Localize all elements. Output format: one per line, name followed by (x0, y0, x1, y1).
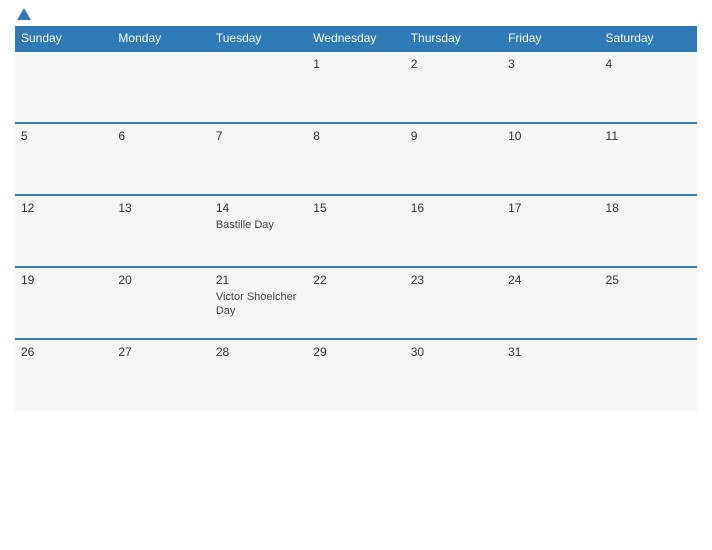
day-number: 21 (216, 273, 301, 287)
calendar-header (15, 10, 697, 18)
day-number: 15 (313, 201, 398, 215)
weekday-header: Sunday (15, 26, 112, 51)
calendar-cell: 9 (405, 123, 502, 195)
calendar-cell: 7 (210, 123, 307, 195)
week-row: 1234 (15, 51, 697, 123)
calendar-cell: 29 (307, 339, 404, 411)
calendar-cell: 19 (15, 267, 112, 339)
day-number: 20 (118, 273, 203, 287)
day-number: 10 (508, 129, 593, 143)
day-number: 16 (411, 201, 496, 215)
week-row: 56789 10 11 (15, 123, 697, 195)
day-number: 4 (606, 57, 691, 71)
weekday-header: Friday (502, 26, 599, 51)
weekday-header: Saturday (600, 26, 697, 51)
day-number: 13 (118, 201, 203, 215)
calendar-cell: 13 (112, 195, 209, 267)
day-number: 22 (313, 273, 398, 287)
day-number: 25 (606, 273, 691, 287)
event-label: Bastille Day (216, 218, 301, 232)
calendar-cell: 4 (600, 51, 697, 123)
calendar-cell: 18 (600, 195, 697, 267)
day-number: 6 (118, 129, 203, 143)
day-number: 12 (21, 201, 106, 215)
calendar-cell: 25 (600, 267, 697, 339)
day-number: 24 (508, 273, 593, 287)
calendar-cell: 8 (307, 123, 404, 195)
weekday-header: Thursday (405, 26, 502, 51)
calendar-cell: 12 (15, 195, 112, 267)
calendar-cell: 20 (112, 267, 209, 339)
day-number: 29 (313, 345, 398, 359)
weekday-header: Monday (112, 26, 209, 51)
calendar-wrapper: SundayMondayTuesdayWednesdayThursdayFrid… (0, 0, 712, 550)
calendar-cell: 21 Victor Shoelcher Day (210, 267, 307, 339)
calendar-cell: 26 (15, 339, 112, 411)
calendar-cell: 22 (307, 267, 404, 339)
day-number: 31 (508, 345, 593, 359)
day-number: 14 (216, 201, 301, 215)
logo (15, 10, 31, 18)
calendar-cell: 1 (307, 51, 404, 123)
weekday-header-row: SundayMondayTuesdayWednesdayThursdayFrid… (15, 26, 697, 51)
calendar-cell: 2 (405, 51, 502, 123)
day-number: 18 (606, 201, 691, 215)
calendar-cell: 11 (600, 123, 697, 195)
calendar-cell: 14 Bastille Day (210, 195, 307, 267)
calendar-cell: 30 (405, 339, 502, 411)
calendar-cell: 28 (210, 339, 307, 411)
calendar-cell (112, 51, 209, 123)
calendar-cell: 23 (405, 267, 502, 339)
day-number: 8 (313, 129, 398, 143)
calendar-cell (600, 339, 697, 411)
logo-triangle-icon (17, 8, 31, 20)
calendar-cell: 24 (502, 267, 599, 339)
day-number: 2 (411, 57, 496, 71)
day-number: 9 (411, 129, 496, 143)
week-row: 12 13 14 Bastille Day 15 16 17 18 (15, 195, 697, 267)
day-number: 5 (21, 129, 106, 143)
week-row: 26 27 28 29 30 31 (15, 339, 697, 411)
day-number: 27 (118, 345, 203, 359)
calendar-table: SundayMondayTuesdayWednesdayThursdayFrid… (15, 26, 697, 411)
calendar-cell: 5 (15, 123, 112, 195)
calendar-cell: 17 (502, 195, 599, 267)
calendar-cell: 6 (112, 123, 209, 195)
calendar-cell: 31 (502, 339, 599, 411)
calendar-cell: 15 (307, 195, 404, 267)
weekday-header: Tuesday (210, 26, 307, 51)
calendar-cell: 10 (502, 123, 599, 195)
day-number: 1 (313, 57, 398, 71)
calendar-cell (15, 51, 112, 123)
event-label: Victor Shoelcher Day (216, 290, 301, 319)
day-number: 17 (508, 201, 593, 215)
calendar-cell (210, 51, 307, 123)
calendar-cell: 16 (405, 195, 502, 267)
calendar-cell: 27 (112, 339, 209, 411)
calendar-cell: 3 (502, 51, 599, 123)
day-number: 23 (411, 273, 496, 287)
day-number: 30 (411, 345, 496, 359)
day-number: 11 (606, 129, 691, 143)
day-number: 28 (216, 345, 301, 359)
day-number: 26 (21, 345, 106, 359)
week-row: 19 20 21 Victor Shoelcher Day 22 23 24 25 (15, 267, 697, 339)
day-number: 19 (21, 273, 106, 287)
weekday-header: Wednesday (307, 26, 404, 51)
day-number: 7 (216, 129, 301, 143)
day-number: 3 (508, 57, 593, 71)
